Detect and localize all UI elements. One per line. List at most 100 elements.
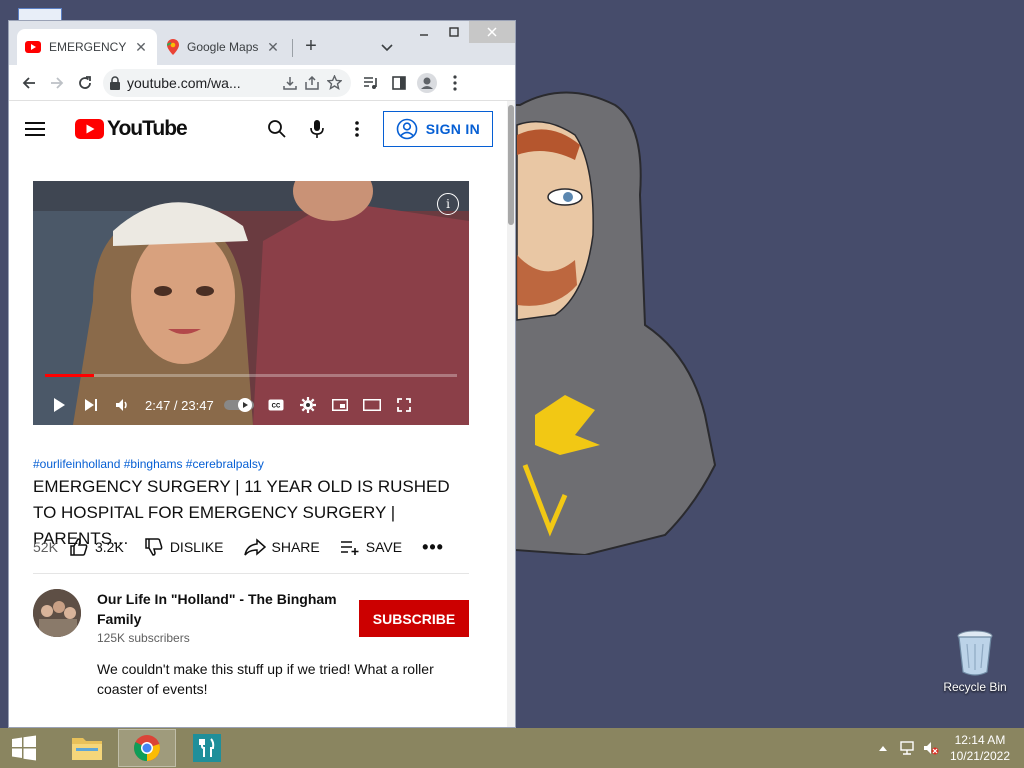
- share-label: SHARE: [271, 539, 320, 555]
- recycle-bin-label: Recycle Bin: [943, 680, 1007, 694]
- video-hashtags[interactable]: #ourlifeinholland #binghams #cerebralpal…: [33, 457, 264, 471]
- back-button[interactable]: [15, 69, 43, 97]
- channel-name[interactable]: Our Life In "Holland" - The Bingham Fami…: [97, 589, 337, 629]
- save-button[interactable]: SAVE: [340, 539, 402, 555]
- kebab-menu-icon: [354, 121, 359, 137]
- taskbar-restaurant-app[interactable]: [178, 729, 236, 767]
- channel-avatar-image: [33, 589, 81, 637]
- arrow-right-icon: [51, 76, 64, 89]
- install-app-button[interactable]: [279, 72, 301, 94]
- playlist-add-icon: [340, 541, 359, 555]
- youtube-logo[interactable]: YouTube: [75, 117, 188, 141]
- taskbar-file-explorer[interactable]: [58, 729, 116, 767]
- miniplayer-button[interactable]: [324, 389, 356, 421]
- youtube-logo-text: YouTube: [107, 117, 188, 140]
- tab-google-maps[interactable]: Google Maps ✕: [159, 29, 289, 65]
- taskbar-chrome[interactable]: [118, 729, 176, 767]
- player-controls: 2:47 / 23:47 CC: [33, 385, 469, 425]
- skip-next-icon: [85, 399, 97, 411]
- side-panel-icon: [392, 75, 406, 90]
- save-label: SAVE: [365, 539, 403, 555]
- autoplay-toggle-icon: [223, 398, 254, 412]
- profile-button[interactable]: [413, 69, 441, 97]
- video-player[interactable]: i 2:47 / 23:47 CC: [33, 181, 469, 425]
- gear-icon: [299, 397, 316, 413]
- theater-mode-button[interactable]: [356, 389, 388, 421]
- page-scrollbar[interactable]: [507, 101, 515, 727]
- maximize-button[interactable]: [439, 21, 469, 43]
- forward-button[interactable]: [43, 69, 71, 97]
- theater-mode-icon: [362, 399, 381, 411]
- tab-separator: [292, 39, 293, 57]
- video-description[interactable]: We couldn't make this stuff up if we tri…: [97, 659, 457, 699]
- settings-button[interactable]: [292, 389, 324, 421]
- captions-button[interactable]: CC: [260, 389, 292, 421]
- dislike-button[interactable]: DISLIKE: [144, 537, 224, 557]
- channel-avatar[interactable]: [33, 589, 81, 637]
- more-options-button[interactable]: [337, 111, 377, 147]
- youtube-logo-icon: [75, 119, 104, 139]
- windows-logo-icon: [12, 735, 36, 761]
- fullscreen-button[interactable]: [388, 389, 420, 421]
- fullscreen-icon: [396, 398, 411, 412]
- network-icon: [900, 741, 914, 755]
- minimize-button[interactable]: [409, 21, 439, 43]
- start-button[interactable]: [0, 728, 48, 768]
- scrollbar-thumb[interactable]: [508, 105, 514, 225]
- bookmark-button[interactable]: [323, 72, 345, 94]
- volume-button[interactable]: [107, 389, 139, 421]
- video-progress-fill: [45, 374, 95, 377]
- microphone-icon: [309, 120, 324, 138]
- network-button[interactable]: [898, 739, 916, 757]
- address-bar[interactable]: youtube.com/wa...: [103, 68, 351, 97]
- video-info-button[interactable]: i: [437, 193, 459, 215]
- volume-icon: [116, 399, 127, 411]
- recycle-bin-icon: [957, 630, 993, 676]
- play-button[interactable]: [43, 389, 75, 421]
- account-circle-icon: [396, 118, 418, 140]
- tab-close-icon[interactable]: ✕: [265, 39, 281, 56]
- close-window-button[interactable]: [469, 21, 515, 43]
- arrow-left-icon: [22, 76, 35, 89]
- tab-title: EMERGENCY: [49, 40, 127, 54]
- taskbar: 12:14 AM 10/21/2022: [0, 728, 1024, 768]
- reload-button[interactable]: [71, 69, 99, 97]
- media-control-button[interactable]: [357, 69, 385, 97]
- sign-in-button[interactable]: SIGN IN: [382, 111, 493, 147]
- side-panel-button[interactable]: [385, 69, 413, 97]
- chevron-down-icon[interactable]: [379, 39, 395, 55]
- minimize-icon: [420, 34, 428, 36]
- volume-muted-button[interactable]: [922, 739, 940, 757]
- share-page-button[interactable]: [301, 72, 323, 94]
- new-tab-button[interactable]: +: [299, 35, 323, 58]
- recycle-bin-shortcut[interactable]: Recycle Bin: [940, 630, 1010, 694]
- close-icon: [487, 27, 497, 37]
- subscribe-button[interactable]: SUBSCRIBE: [359, 600, 469, 637]
- tab-youtube[interactable]: EMERGENCY ✕: [17, 29, 157, 65]
- tab-title: Google Maps: [187, 40, 259, 54]
- more-actions-button[interactable]: •••: [422, 537, 444, 558]
- profile-avatar-icon: [417, 72, 437, 93]
- hamburger-menu-button[interactable]: [25, 117, 49, 141]
- like-count: 3.2K: [95, 539, 124, 555]
- url-text: youtube.com/wa...: [127, 74, 241, 91]
- voice-search-button[interactable]: [297, 111, 337, 147]
- header-actions: SIGN IN: [257, 111, 493, 147]
- maximize-icon: [449, 27, 459, 37]
- show-hidden-icons-button[interactable]: [874, 739, 892, 757]
- tab-close-icon[interactable]: ✕: [133, 39, 149, 56]
- taskbar-clock[interactable]: 12:14 AM 10/21/2022: [950, 732, 1010, 764]
- like-button[interactable]: 3.2K: [69, 537, 124, 557]
- search-button[interactable]: [257, 111, 297, 147]
- window-controls: [409, 21, 515, 43]
- kebab-menu-icon: [453, 74, 457, 91]
- video-progress-bar[interactable]: [45, 374, 457, 377]
- closed-captions-icon: CC: [268, 399, 284, 411]
- subscriber-count: 125K subscribers: [97, 631, 190, 645]
- share-button[interactable]: SHARE: [243, 538, 320, 556]
- search-icon: [267, 120, 286, 138]
- system-tray: 12:14 AM 10/21/2022: [868, 728, 1024, 768]
- browser-menu-button[interactable]: [441, 69, 469, 97]
- autoplay-toggle[interactable]: [220, 389, 260, 421]
- next-button[interactable]: [75, 389, 107, 421]
